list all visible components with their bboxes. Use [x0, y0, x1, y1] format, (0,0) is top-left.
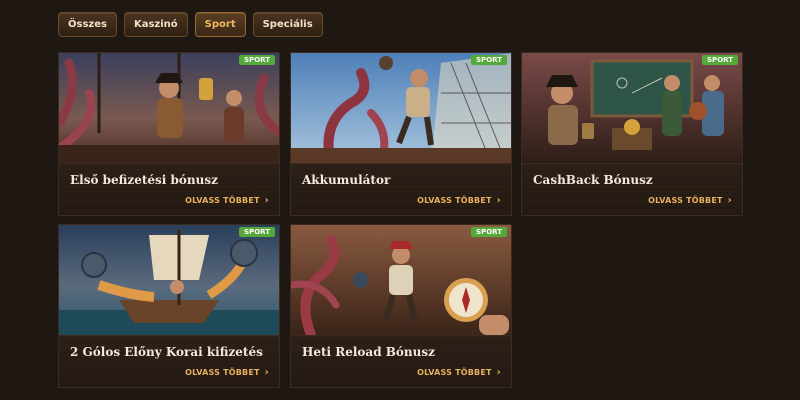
- card-footer: Első befizetési bónusz OLVASS TÖBBET ›: [59, 163, 279, 215]
- tab-special[interactable]: Speciális: [252, 12, 323, 37]
- card-footer: Akkumulátor OLVASS TÖBBET ›: [291, 163, 511, 215]
- promo-card[interactable]: SPORT 2 Gólos Előny Korai kifizetés OLVA…: [58, 224, 280, 388]
- read-more-link[interactable]: OLVASS TÖBBET ›: [417, 195, 501, 206]
- sport-badge: SPORT: [239, 227, 275, 237]
- promo-image: [59, 53, 279, 163]
- filter-tabs: Összes Kaszinó Sport Speciális: [58, 12, 323, 37]
- tab-casino[interactable]: Kaszinó: [123, 12, 188, 37]
- promo-card[interactable]: SPORT Akkumulátor OLVASS TÖBBET ›: [290, 52, 512, 216]
- read-more-link[interactable]: OLVASS TÖBBET ›: [185, 195, 269, 206]
- card-footer: CashBack Bónusz OLVASS TÖBBET ›: [522, 163, 742, 215]
- promo-image: [59, 225, 279, 335]
- card-title: Heti Reload Bónusz: [302, 345, 435, 359]
- promo-image: [522, 53, 742, 163]
- card-footer: Heti Reload Bónusz OLVASS TÖBBET ›: [291, 335, 511, 387]
- card-title: 2 Gólos Előny Korai kifizetés: [70, 345, 263, 359]
- read-more-label: OLVASS TÖBBET: [648, 196, 723, 205]
- sport-badge: SPORT: [471, 55, 507, 65]
- sport-badge: SPORT: [471, 227, 507, 237]
- read-more-label: OLVASS TÖBBET: [417, 196, 492, 205]
- promo-image: [291, 53, 511, 163]
- read-more-label: OLVASS TÖBBET: [185, 368, 260, 377]
- card-title: Első befizetési bónusz: [70, 173, 218, 187]
- promo-image: [291, 225, 511, 335]
- chevron-right-icon: ›: [496, 367, 501, 378]
- read-more-link[interactable]: OLVASS TÖBBET ›: [185, 367, 269, 378]
- promo-card[interactable]: SPORT CashBack Bónusz OLVASS TÖBBET ›: [521, 52, 743, 216]
- read-more-label: OLVASS TÖBBET: [417, 368, 492, 377]
- read-more-link[interactable]: OLVASS TÖBBET ›: [417, 367, 501, 378]
- card-title: Akkumulátor: [302, 173, 391, 187]
- chevron-right-icon: ›: [727, 195, 732, 206]
- sport-badge: SPORT: [702, 55, 738, 65]
- chevron-right-icon: ›: [496, 195, 501, 206]
- chevron-right-icon: ›: [264, 195, 269, 206]
- promotions-page: Összes Kaszinó Sport Speciális SPORT Els…: [0, 0, 800, 400]
- chevron-right-icon: ›: [264, 367, 269, 378]
- tab-sport[interactable]: Sport: [194, 12, 246, 37]
- read-more-link[interactable]: OLVASS TÖBBET ›: [648, 195, 732, 206]
- tab-all[interactable]: Összes: [58, 12, 117, 37]
- read-more-label: OLVASS TÖBBET: [185, 196, 260, 205]
- card-footer: 2 Gólos Előny Korai kifizetés OLVASS TÖB…: [59, 335, 279, 387]
- promo-card[interactable]: SPORT Első befizetési bónusz OLVASS TÖBB…: [58, 52, 280, 216]
- sport-badge: SPORT: [239, 55, 275, 65]
- promo-card[interactable]: SPORT Heti Reload Bónusz OLVASS TÖBBET ›: [290, 224, 512, 388]
- card-title: CashBack Bónusz: [533, 173, 653, 187]
